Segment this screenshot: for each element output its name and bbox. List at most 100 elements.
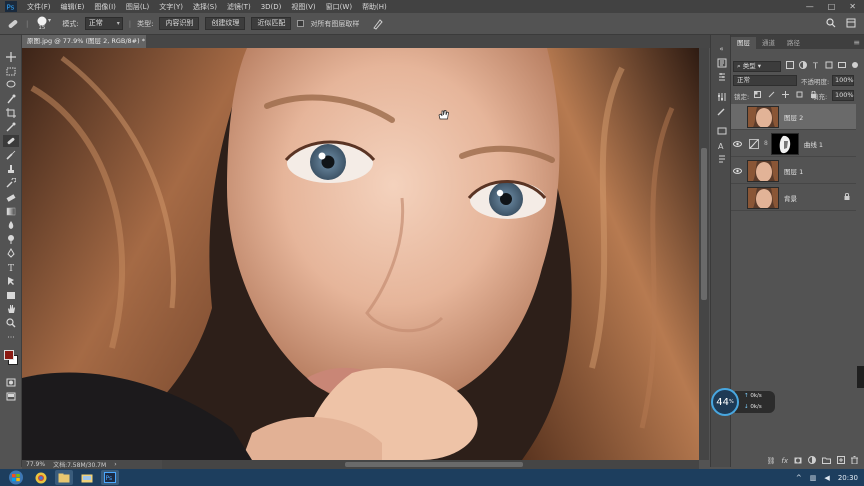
- chain-link-icon[interactable]: 8: [764, 140, 768, 147]
- layer-name[interactable]: 图层 1: [784, 166, 803, 176]
- path-selection-tool-icon[interactable]: [3, 275, 19, 287]
- proximity-match-button[interactable]: 近似匹配: [251, 17, 292, 30]
- filter-toggle-icon[interactable]: [851, 61, 859, 71]
- marquee-tool-icon[interactable]: [3, 65, 19, 77]
- history-panel-icon[interactable]: [715, 57, 728, 69]
- lock-image-icon[interactable]: [768, 91, 775, 100]
- screen-mode-icon[interactable]: [3, 390, 19, 402]
- brush-tool-icon[interactable]: [3, 149, 19, 161]
- network-speed-widget[interactable]: ↑ 0k/s ↓ 0k/s 44%: [711, 388, 775, 416]
- mode-select[interactable]: 正常: [84, 17, 123, 30]
- browser-taskbar-icon[interactable]: [32, 470, 50, 485]
- close-icon[interactable]: ✕: [849, 2, 856, 11]
- filter-shape-icon[interactable]: [825, 61, 833, 71]
- layer-row[interactable]: 背景: [731, 185, 856, 211]
- filter-adjustment-icon[interactable]: [799, 61, 807, 71]
- quick-selection-tool-icon[interactable]: [3, 93, 19, 105]
- spot-healing-brush-icon[interactable]: [6, 17, 20, 31]
- eye-icon[interactable]: [731, 167, 743, 174]
- menu-file[interactable]: 文件(F): [22, 2, 56, 12]
- menu-help[interactable]: 帮助(H): [357, 2, 392, 12]
- sample-all-layers-checkbox[interactable]: [297, 20, 305, 27]
- quick-mask-icon[interactable]: [3, 376, 19, 388]
- paragraph-panel-icon[interactable]: [715, 153, 728, 165]
- tray-chevron-icon[interactable]: ^: [796, 474, 802, 482]
- new-layer-icon[interactable]: [837, 456, 845, 466]
- layer-row[interactable]: 图层 1: [731, 158, 856, 184]
- clone-stamp-tool-icon[interactable]: [3, 163, 19, 175]
- brush-preset-picker[interactable]: ▾ 15: [34, 15, 56, 33]
- photoshop-taskbar-icon[interactable]: Ps: [101, 470, 119, 485]
- filter-type-icon[interactable]: T: [812, 61, 820, 71]
- menu-edit[interactable]: 编辑(E): [56, 2, 90, 12]
- properties-panel-icon[interactable]: [715, 71, 728, 83]
- lock-transparent-icon[interactable]: [754, 91, 761, 100]
- menu-select[interactable]: 选择(S): [188, 2, 222, 12]
- status-arrow-icon[interactable]: ›: [114, 461, 116, 468]
- filter-pixel-icon[interactable]: [786, 61, 794, 71]
- vertical-scroll-thumb[interactable]: [701, 148, 707, 300]
- link-layers-icon[interactable]: ⛓: [767, 457, 776, 465]
- menu-view[interactable]: 视图(V): [286, 2, 320, 12]
- gradient-tool-icon[interactable]: [3, 205, 19, 217]
- minimize-icon[interactable]: —: [806, 2, 814, 11]
- zoom-level[interactable]: 77.9%: [26, 461, 45, 468]
- move-tool-icon[interactable]: [3, 51, 19, 63]
- layer-row[interactable]: 8 曲线 1: [731, 131, 856, 157]
- content-aware-button[interactable]: 内容识别: [159, 17, 200, 30]
- panel-menu-icon[interactable]: ≡: [853, 37, 864, 49]
- opacity-input[interactable]: 100%: [832, 75, 854, 86]
- color-swatches[interactable]: [3, 347, 19, 369]
- file-explorer-taskbar-icon[interactable]: [55, 470, 73, 485]
- menu-filter[interactable]: 滤镜(T): [222, 2, 256, 12]
- start-button[interactable]: [5, 470, 27, 485]
- lock-position-icon[interactable]: [782, 91, 789, 100]
- zoom-tool-icon[interactable]: [3, 317, 19, 329]
- menu-layer[interactable]: 图层(L): [121, 2, 154, 12]
- crop-tool-icon[interactable]: [3, 107, 19, 119]
- info-panel-icon[interactable]: [715, 125, 728, 137]
- pen-tool-icon[interactable]: [3, 247, 19, 259]
- network-tray-icon[interactable]: ▥: [810, 474, 817, 482]
- add-mask-icon[interactable]: [794, 457, 802, 466]
- eraser-tool-icon[interactable]: [3, 191, 19, 203]
- type-tool-icon[interactable]: T: [3, 261, 19, 273]
- dodge-tool-icon[interactable]: [3, 233, 19, 245]
- character-panel-icon[interactable]: A: [715, 139, 728, 151]
- hand-tool-icon[interactable]: [3, 303, 19, 315]
- more-tools-icon[interactable]: ···: [3, 331, 19, 343]
- volume-tray-icon[interactable]: ◀: [824, 474, 829, 482]
- adjustments-panel-icon[interactable]: [715, 91, 728, 103]
- eyedropper-tool-icon[interactable]: [3, 121, 19, 133]
- menu-image[interactable]: 图像(I): [89, 2, 121, 12]
- brush-settings-panel-icon[interactable]: [715, 105, 728, 117]
- side-dock-tab[interactable]: [857, 366, 864, 388]
- search-icon[interactable]: [826, 17, 836, 30]
- menu-window[interactable]: 窗口(W): [321, 2, 357, 12]
- menu-3d[interactable]: 3D(D): [256, 3, 287, 11]
- rectangle-tool-icon[interactable]: [3, 289, 19, 301]
- layer-name[interactable]: 曲线 1: [804, 139, 823, 149]
- healing-brush-tool-icon[interactable]: [3, 135, 19, 147]
- create-texture-button[interactable]: 创建纹理: [205, 17, 246, 30]
- lasso-tool-icon[interactable]: [3, 79, 19, 91]
- document-tab[interactable]: 原图.jpg @ 77.9% (图层 2, RGB/8#) * ×: [22, 35, 157, 48]
- pressure-icon[interactable]: [371, 17, 385, 31]
- taskbar-clock[interactable]: 20:30: [838, 474, 858, 482]
- menu-type[interactable]: 文字(Y): [154, 2, 188, 12]
- eye-icon[interactable]: [731, 140, 743, 147]
- tab-channels[interactable]: 通道: [756, 37, 781, 49]
- new-adjustment-layer-icon[interactable]: [808, 456, 816, 466]
- folder-taskbar-icon[interactable]: [78, 470, 96, 485]
- fill-input[interactable]: 100%: [832, 90, 854, 101]
- new-group-icon[interactable]: [822, 457, 831, 466]
- collapse-panels-icon[interactable]: «: [715, 43, 728, 55]
- lock-artboard-icon[interactable]: [796, 91, 803, 100]
- layer-kind-filter[interactable]: ⌕ 类型 ▾: [733, 61, 781, 72]
- image-canvas[interactable]: [22, 48, 699, 460]
- layer-name[interactable]: 背景: [784, 193, 797, 203]
- layer-name[interactable]: 图层 2: [784, 112, 803, 122]
- layer-mask-thumbnail[interactable]: [770, 132, 799, 155]
- delete-layer-icon[interactable]: [851, 456, 858, 466]
- workspace-icon[interactable]: [846, 18, 856, 30]
